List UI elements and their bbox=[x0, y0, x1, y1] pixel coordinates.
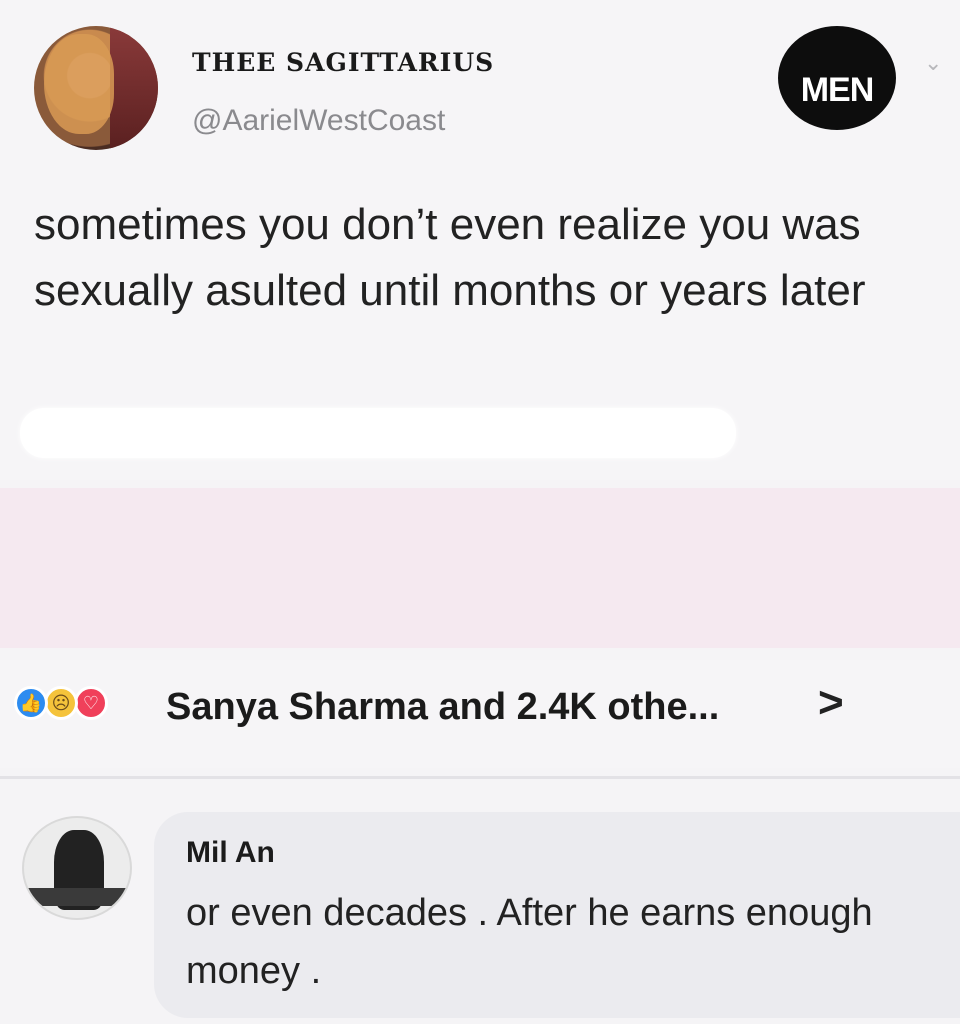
like-reaction-icon: 👍 bbox=[14, 686, 48, 720]
user-handle[interactable]: @AarielWestCoast bbox=[192, 104, 445, 138]
redaction-bar bbox=[20, 408, 736, 458]
tweet-text: sometimes you don’t even realize you was… bbox=[34, 200, 866, 315]
men-logo-text: MEN bbox=[800, 71, 875, 109]
reactions-summary[interactable]: Sanya Sharma and 2.4K othe... bbox=[166, 686, 719, 729]
chevron-down-icon[interactable]: ⌄ bbox=[924, 50, 942, 76]
avatar-base bbox=[28, 888, 128, 906]
profile-avatar[interactable] bbox=[34, 26, 158, 150]
display-name[interactable]: THEE SAGITTARIUS bbox=[192, 48, 494, 77]
sad-reaction-icon: ☹ bbox=[44, 686, 78, 720]
avatar-background bbox=[110, 26, 158, 150]
men-logo: MEN bbox=[778, 26, 896, 130]
comment-author[interactable]: Mil An bbox=[186, 836, 275, 870]
chevron-right-icon[interactable]: > bbox=[818, 678, 844, 728]
comment-text: or even decades . After he earns enough … bbox=[186, 892, 873, 992]
avatar-portrait bbox=[44, 34, 114, 134]
image-placeholder-band bbox=[0, 488, 960, 648]
love-reaction-icon: ♡ bbox=[74, 686, 108, 720]
comment-avatar[interactable] bbox=[22, 816, 132, 920]
divider bbox=[0, 776, 960, 779]
